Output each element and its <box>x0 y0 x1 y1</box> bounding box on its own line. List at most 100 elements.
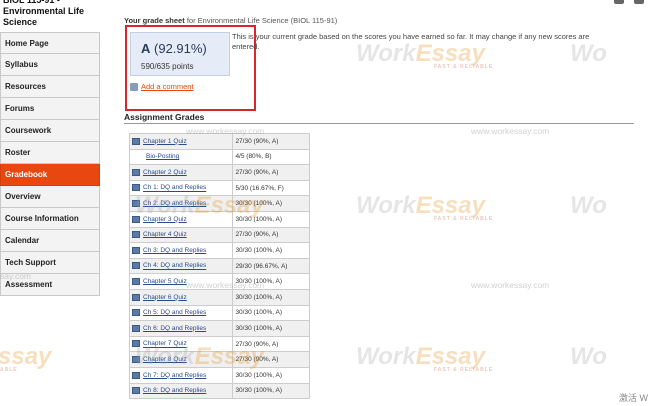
sidebar-item-tech-support[interactable]: Tech Support <box>0 252 100 274</box>
forum-icon <box>132 184 140 192</box>
assignment-name-cell: Chapter 7 Quiz <box>128 335 234 353</box>
assignment-link[interactable]: Chapter 6 Quiz <box>143 294 187 301</box>
assignment-link[interactable]: Ch 1: DQ and Replies <box>143 185 206 192</box>
assignment-score-cell: 30/30 (100%, A) <box>232 210 310 228</box>
assignment-link[interactable]: Chapter 3 Quiz <box>143 216 187 223</box>
assignment-score-cell: 27/30 (90%, A) <box>232 351 310 368</box>
assignment-score-cell: 27/30 (90%, A) <box>232 164 310 181</box>
section-divider <box>124 123 634 124</box>
assignment-link[interactable]: Ch 6: DQ and Replies <box>143 325 206 332</box>
forum-icon <box>132 324 140 332</box>
table-row: Ch 5: DQ and Replies 30/30 (100%, A) <box>128 304 310 322</box>
assignment-name-cell: Chapter 2 Quiz <box>128 164 234 181</box>
sidebar-item-roster[interactable]: Roster <box>0 142 100 164</box>
sidebar-item-home-page[interactable]: Home Page <box>0 32 100 54</box>
assignment-score-cell: 29/30 (96.67%, A) <box>232 257 310 275</box>
assignment-score-cell: 30/30 (100%, A) <box>232 242 310 259</box>
table-row: Ch 1: DQ and Replies 5/30 (16.67%, F) <box>128 179 310 197</box>
comment-icon <box>130 82 138 91</box>
assignment-name-cell: Ch 8: DQ and Replies <box>128 382 234 400</box>
main-content: Your grade sheet for Environmental Life … <box>124 0 644 406</box>
quiz-icon <box>132 168 140 176</box>
quiz-icon <box>132 137 140 145</box>
table-row: Ch 3: DQ and Replies 30/30 (100%, A) <box>128 242 310 259</box>
quiz-icon <box>132 293 140 301</box>
assignment-name-cell: Ch 2: DQ and Replies <box>128 195 234 212</box>
assignment-link[interactable]: Ch 8: DQ and Replies <box>143 387 206 394</box>
assignment-link[interactable]: Ch 5: DQ and Replies <box>143 309 206 316</box>
forum-icon <box>132 246 140 254</box>
assignment-link[interactable]: Ch 3: DQ and Replies <box>143 247 206 254</box>
sidebar-item-coursework[interactable]: Coursework <box>0 120 100 142</box>
table-row: Chapter 8 Quiz 27/30 (90%, A) <box>128 351 310 368</box>
table-row: Ch 4: DQ and Replies 29/30 (96.67%, A) <box>128 257 310 275</box>
assignment-score-cell: 30/30 (100%, A) <box>232 320 310 337</box>
assignment-name-cell: Chapter 8 Quiz <box>128 351 234 368</box>
table-row: Chapter 2 Quiz 27/30 (90%, A) <box>128 164 310 181</box>
table-row: Chapter 5 Quiz 30/30 (100%, A) <box>128 273 310 290</box>
table-row: Chapter 4 Quiz 27/30 (90%, A) <box>128 226 310 244</box>
table-row: Ch 6: DQ and Replies 30/30 (100%, A) <box>128 320 310 337</box>
assignment-link[interactable]: Chapter 2 Quiz <box>143 169 187 176</box>
assignment-name-cell: Chapter 5 Quiz <box>128 273 234 290</box>
assignment-score-cell: 30/30 (100%, A) <box>232 195 310 212</box>
forum-icon <box>132 309 140 317</box>
assignment-name-cell: Ch 1: DQ and Replies <box>128 179 234 197</box>
table-row: Chapter 7 Quiz 27/30 (90%, A) <box>128 335 310 353</box>
assignment-link[interactable]: Chapter 1 Quiz <box>143 138 187 145</box>
course-nav: Home Page Syllabus Resources Forums Coursewo… <box>0 32 100 296</box>
sidebar-item-calendar[interactable]: Calendar <box>0 230 100 252</box>
sidebar-item-overview[interactable]: Overview <box>0 186 100 208</box>
table-row: Chapter 3 Quiz 30/30 (100%, A) <box>128 210 310 228</box>
table-row: Ch 7: DQ and Replies 30/30 (100%, A) <box>128 366 310 384</box>
assignment-name-cell: Ch 6: DQ and Replies <box>128 320 234 337</box>
grade-sheet-title-bold: Your grade sheet <box>124 16 185 25</box>
sidebar-item-resources[interactable]: Resources <box>0 76 100 98</box>
sidebar: BIOL 115-91 - Environmental Life Science… <box>0 0 100 406</box>
sidebar-item-syllabus[interactable]: Syllabus <box>0 54 100 76</box>
assignment-score-cell: 27/30 (90%, A) <box>232 335 310 353</box>
assignment-link[interactable]: Chapter 7 Quiz <box>143 341 187 348</box>
assignment-score-cell: 5/30 (16.67%, F) <box>232 179 310 197</box>
forum-icon <box>132 387 140 395</box>
assignment-link[interactable]: Chapter 5 Quiz <box>143 278 187 285</box>
sidebar-item-assessment[interactable]: Assessment <box>0 274 100 296</box>
forum-icon <box>132 200 140 208</box>
assignment-name-cell: Chapter 6 Quiz <box>128 288 234 306</box>
quiz-icon <box>132 340 140 348</box>
assignment-link[interactable]: Ch 2: DQ and Replies <box>143 200 206 207</box>
assignment-link[interactable]: Chapter 4 Quiz <box>143 231 187 238</box>
assignment-name-cell: Ch 5: DQ and Replies <box>128 304 234 322</box>
sidebar-item-gradebook[interactable]: Gradebook <box>0 164 100 186</box>
assignment-score-cell: 27/30 (90%, A) <box>232 226 310 244</box>
assignment-name-cell: Chapter 3 Quiz <box>128 210 234 228</box>
add-comment-label: Add a comment <box>141 82 194 91</box>
table-row: Chapter 6 Quiz 30/30 (100%, A) <box>128 288 310 306</box>
table-row: Bio-Posting 4/5 (80%, B) <box>128 148 310 166</box>
assignment-link[interactable]: Ch 7: DQ and Replies <box>143 372 206 379</box>
assignment-grades-table: Chapter 1 Quiz 27/30 (90%, A) Bio-Posting 4… <box>128 133 310 400</box>
assignment-score-cell: 30/30 (100%, A) <box>232 366 310 384</box>
assignment-link[interactable]: Chapter 8 Quiz <box>143 356 187 363</box>
forum-icon <box>132 262 140 270</box>
assignment-name-cell: Bio-Posting <box>128 148 234 166</box>
course-title: BIOL 115-91 - Environmental Life Science <box>3 0 85 27</box>
assignment-score-cell: 30/30 (100%, A) <box>232 273 310 290</box>
assignment-name-cell: Chapter 1 Quiz <box>128 133 234 150</box>
grade-sheet-title-course: for Environmental Life Science (BIOL 115… <box>186 16 338 25</box>
assignment-score-cell: 30/30 (100%, A) <box>232 382 310 400</box>
table-row: Chapter 1 Quiz 27/30 (90%, A) <box>128 133 310 150</box>
activate-windows-text: 激活 W <box>619 393 648 403</box>
sidebar-item-course-information[interactable]: Course Information <box>0 208 100 230</box>
assignment-score-cell: 4/5 (80%, B) <box>232 148 310 166</box>
table-row: Ch 2: DQ and Replies 30/30 (100%, A) <box>128 195 310 212</box>
assignment-score-cell: 30/30 (100%, A) <box>232 288 310 306</box>
sidebar-item-forums[interactable]: Forums <box>0 98 100 120</box>
quiz-icon <box>132 215 140 223</box>
quiz-icon <box>132 356 140 363</box>
assignment-link[interactable]: Bio-Posting <box>146 153 179 160</box>
add-comment-link[interactable]: Add a comment <box>130 82 194 91</box>
assignment-link[interactable]: Ch 4: DQ and Replies <box>143 263 206 270</box>
assignment-name-cell: Ch 7: DQ and Replies <box>128 366 234 384</box>
quiz-icon <box>132 231 140 239</box>
